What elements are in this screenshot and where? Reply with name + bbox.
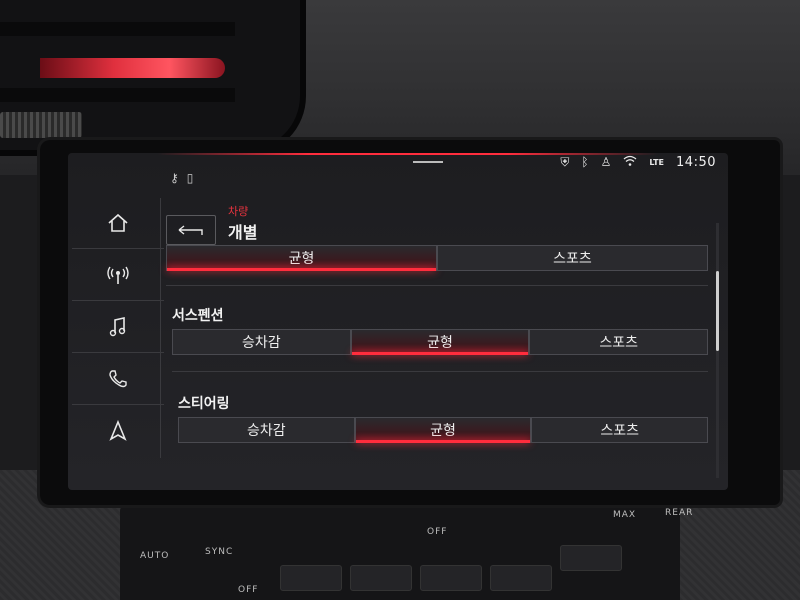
navigation-arrow-icon xyxy=(109,419,127,441)
climate-max-label: MAX xyxy=(613,510,637,520)
steering-option-sport[interactable]: 스포츠 xyxy=(531,417,709,443)
key-icon: ⚷ xyxy=(170,171,179,185)
status-bar-handle[interactable] xyxy=(413,161,443,163)
vent-slot xyxy=(0,88,235,102)
nav-item-phone[interactable] xyxy=(72,354,164,405)
climate-key[interactable] xyxy=(560,545,622,571)
climate-key[interactable] xyxy=(490,565,552,591)
climate-key[interactable] xyxy=(350,565,412,591)
steering-selector: 승차감 균형 스포츠 xyxy=(178,417,709,443)
phone-icon xyxy=(109,370,127,388)
nav-item-media[interactable] xyxy=(72,302,164,353)
suspension-option-balance[interactable]: 균형 xyxy=(350,329,530,355)
vent-slot xyxy=(0,22,235,36)
vent-knob[interactable] xyxy=(0,112,82,138)
scrollbar-thumb[interactable] xyxy=(716,271,719,351)
nav-item-home[interactable] xyxy=(72,198,164,249)
home-icon xyxy=(108,213,128,232)
climate-key[interactable] xyxy=(280,565,342,591)
suspension-label: 서스펜션 xyxy=(172,308,224,324)
person-icon: ♙ xyxy=(600,155,612,169)
wifi-icon xyxy=(623,155,637,170)
page-title: 개별 xyxy=(228,223,258,242)
suspension-option-comfort[interactable]: 승차감 xyxy=(172,329,351,355)
breadcrumb: 차량 xyxy=(228,205,249,218)
back-arrow-icon xyxy=(178,225,203,235)
climate-off-left-label: OFF xyxy=(238,585,259,595)
lock-shield-icon: ⛨ xyxy=(560,154,570,169)
climate-panel: AUTO SYNC OFF OFF MAX REAR xyxy=(120,505,692,600)
status-bar: ⛨ ᛒ ♙ LTE 14:50 xyxy=(560,153,716,173)
mini-status-icons: ⚷ ▯ xyxy=(170,171,193,185)
steering-option-balance[interactable]: 균형 xyxy=(354,417,532,443)
climate-key[interactable] xyxy=(420,565,482,591)
lte-icon: LTE xyxy=(649,157,665,167)
option-sport[interactable]: 스포츠 xyxy=(437,245,708,271)
separator xyxy=(166,285,708,286)
music-note-icon xyxy=(109,317,126,337)
climate-rear-label: REAR xyxy=(665,508,694,518)
steering-option-comfort[interactable]: 승차감 xyxy=(178,417,355,443)
back-button[interactable] xyxy=(166,215,216,245)
climate-sync-label: SYNC xyxy=(205,547,234,557)
nav-divider xyxy=(160,198,161,458)
book-icon: ▯ xyxy=(186,171,194,185)
climate-auto-label: AUTO xyxy=(140,551,170,561)
steering-label: 스티어링 xyxy=(178,396,230,412)
infotainment-screen: ⚷ ▯ ⛨ ᛒ ♙ LTE 14:50 차량 개별 균형 스포츠 서스펜션 승차… xyxy=(68,153,728,490)
suspension-option-sport[interactable]: 스포츠 xyxy=(529,329,709,355)
suspension-selector: 승차감 균형 스포츠 xyxy=(172,329,709,355)
option-balance[interactable]: 균형 xyxy=(166,245,437,271)
bluetooth-icon: ᛒ xyxy=(581,155,589,169)
radio-icon xyxy=(107,266,129,284)
nav-item-navigation[interactable] xyxy=(72,406,164,456)
nav-item-radio[interactable] xyxy=(72,250,164,301)
climate-off-right-label: OFF xyxy=(427,527,448,537)
top-mode-selector: 균형 스포츠 xyxy=(166,245,708,271)
side-nav xyxy=(72,198,164,458)
separator xyxy=(172,371,708,372)
clock: 14:50 xyxy=(676,154,716,170)
vent-ambient-light xyxy=(40,58,225,78)
